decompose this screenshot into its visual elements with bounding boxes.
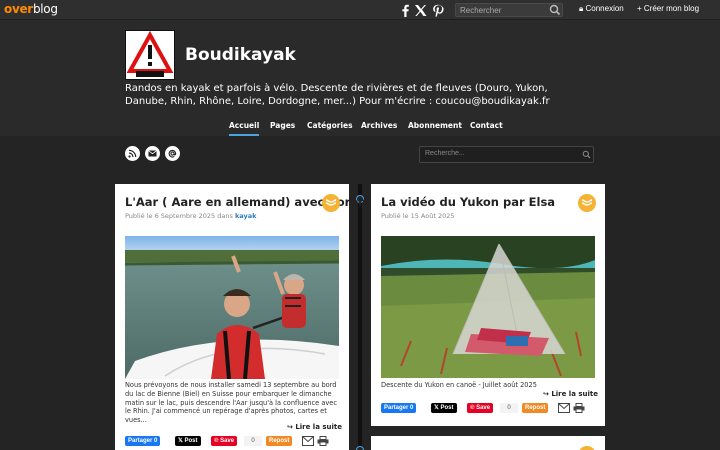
pinterest-save-button[interactable]: ℗ Save	[467, 403, 494, 413]
x-icon[interactable]	[413, 3, 427, 17]
post-meta: Publié le 6 Septembre 2025 dans kayak	[125, 212, 257, 220]
blog-title[interactable]: Boudikayak	[185, 45, 296, 65]
read-more-link[interactable]: ↪ Lire la suite	[287, 423, 342, 431]
timeline-dot	[356, 446, 364, 450]
print-icon[interactable]	[573, 403, 585, 413]
login-link[interactable]: 🔒︎ Connexion	[579, 4, 624, 14]
timeline-line	[358, 184, 362, 450]
nav-categories[interactable]: Catégories	[307, 121, 353, 130]
post-type-badge-icon	[322, 194, 340, 212]
post-title[interactable]: L'Aar ( Aare en allemand) avec Corentin	[125, 195, 384, 209]
nav-pages[interactable]: Pages	[270, 121, 295, 130]
pinterest-save-button[interactable]: ℗ Save	[211, 436, 238, 446]
x-post-button[interactable]: 𝕏 Post	[431, 403, 457, 413]
blog-avatar[interactable]	[125, 30, 175, 80]
search-icon[interactable]	[582, 150, 591, 159]
overblog-topbar: overblog Rechercher 🔒︎ Connexion + Créer…	[0, 0, 720, 20]
print-icon[interactable]	[317, 436, 329, 446]
overblog-logo[interactable]: overblog	[4, 2, 58, 16]
repost-button[interactable]: Repost	[266, 436, 293, 446]
post-type-badge-icon	[578, 194, 596, 212]
rss-icon[interactable]	[125, 146, 140, 161]
save-count: 0	[500, 403, 518, 413]
repost-button[interactable]: Repost	[522, 403, 549, 413]
x-post-button[interactable]: 𝕏 Post	[175, 436, 201, 446]
create-blog-link[interactable]: + Créer mon blog	[637, 4, 699, 13]
save-count: 0	[244, 436, 262, 446]
facebook-icon[interactable]	[398, 3, 412, 17]
blog-description: Randos en kayak et parfois à vélo. Desce…	[125, 83, 550, 107]
post-card	[371, 436, 605, 450]
nav-accueil[interactable]: Accueil	[229, 121, 260, 136]
nav-abonnement[interactable]: Abonnement	[408, 121, 462, 130]
pinterest-icon[interactable]	[431, 3, 445, 17]
email-share-icon[interactable]	[558, 403, 570, 413]
search-icon[interactable]	[549, 4, 561, 16]
post-image[interactable]	[381, 236, 595, 378]
read-more-link[interactable]: ↪ Lire la suite	[543, 390, 598, 398]
nav-contact[interactable]: Contact	[470, 121, 503, 130]
facebook-share-button[interactable]: Partager 0	[125, 436, 161, 446]
post-category-link[interactable]: kayak	[235, 212, 256, 220]
top-search-input[interactable]: Rechercher	[455, 3, 563, 17]
plus-icon: +	[637, 4, 642, 13]
post-image[interactable]	[125, 236, 339, 379]
facebook-share-button[interactable]: Partager 0	[381, 403, 417, 413]
post-excerpt: Nous prévoyons de nous installer samedi …	[125, 381, 337, 425]
lock-icon: 🔒︎	[579, 4, 584, 13]
blog-header	[0, 20, 720, 136]
mail-icon[interactable]	[145, 146, 160, 161]
blog-search-input[interactable]: Recherche...	[419, 146, 594, 163]
post-meta: Publié le 15 Août 2025	[381, 212, 455, 220]
email-share-icon[interactable]	[302, 436, 314, 446]
post-title[interactable]: La vidéo du Yukon par Elsa	[381, 195, 555, 209]
post-caption: Descente du Yukon en canoë - Juillet aoû…	[381, 381, 537, 389]
at-icon[interactable]	[165, 146, 180, 161]
nav-archives[interactable]: Archives	[361, 121, 397, 130]
